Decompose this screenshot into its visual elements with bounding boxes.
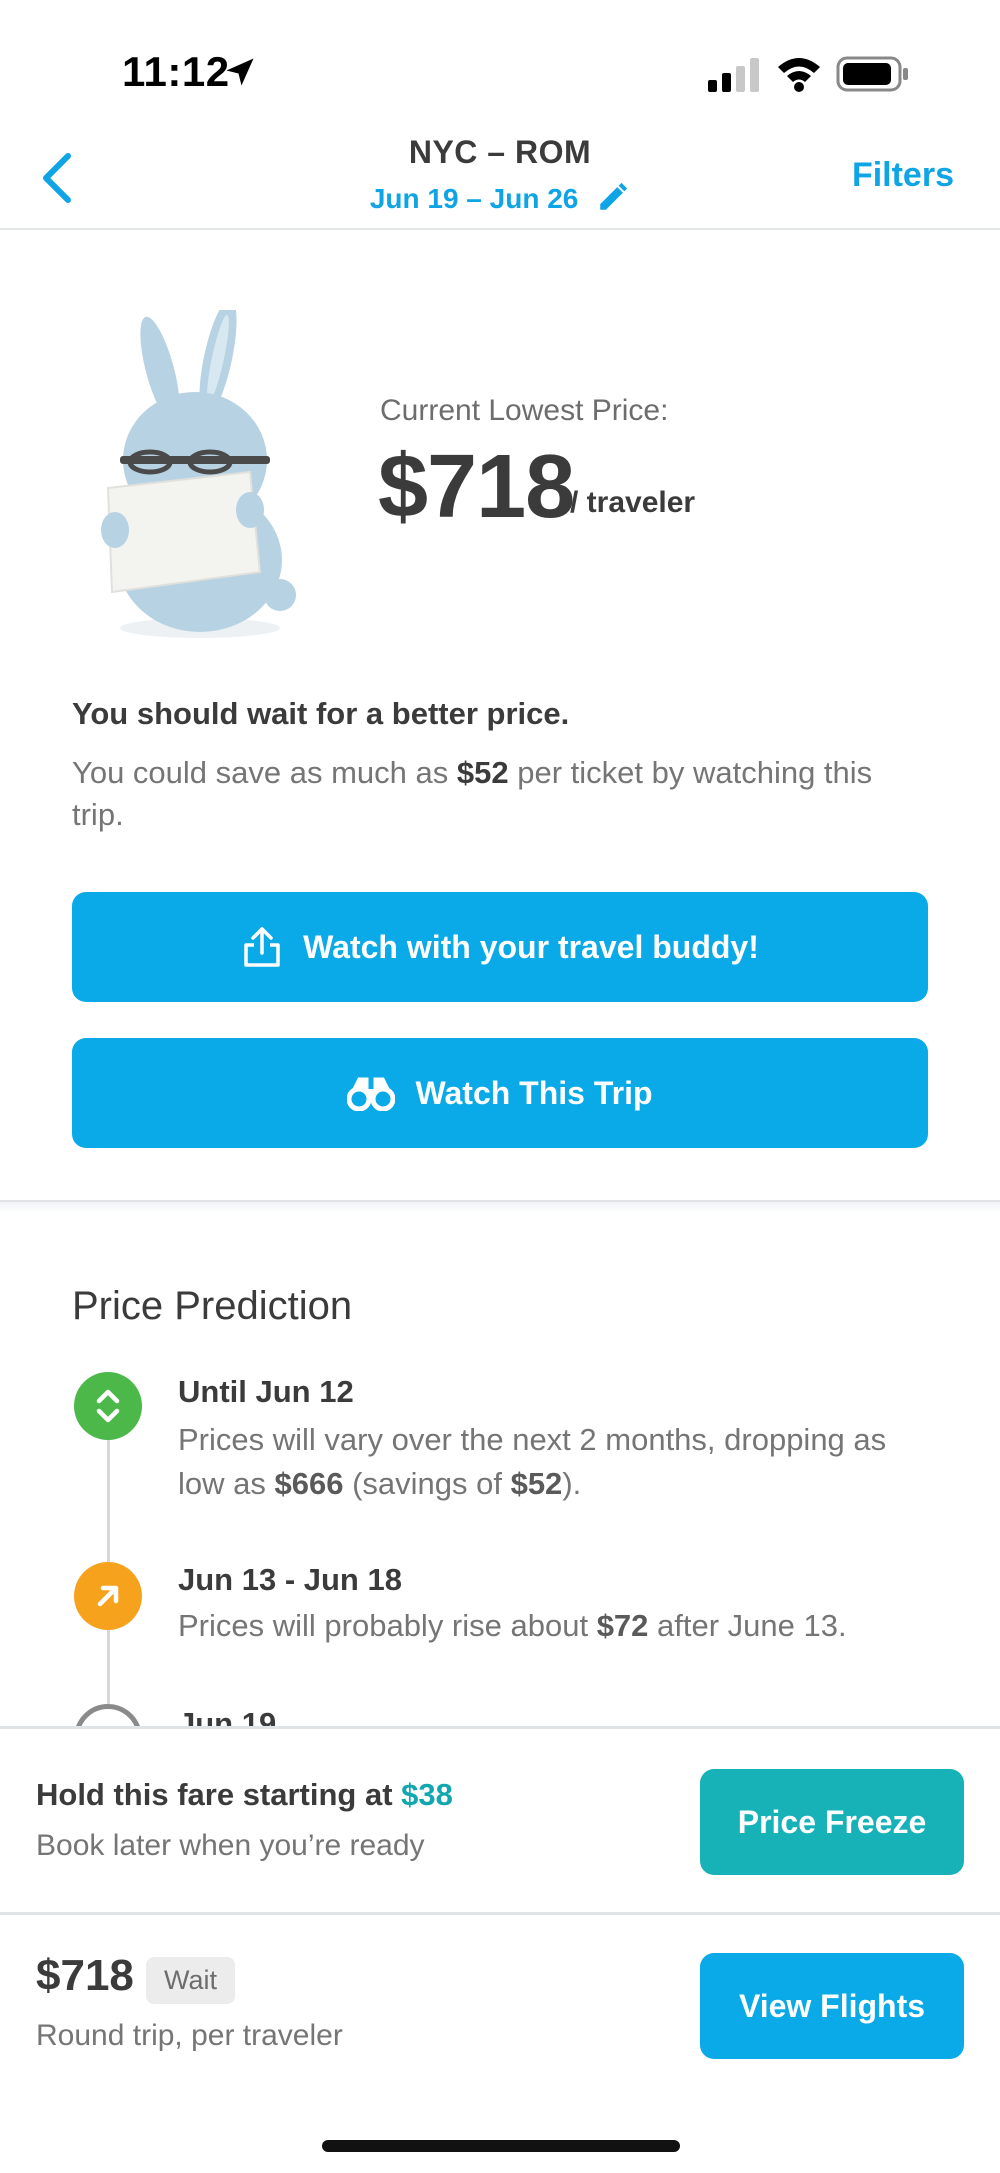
advice-body: You could save as much as $52 per ticket… — [72, 752, 932, 836]
home-indicator[interactable] — [322, 2140, 680, 2152]
advice-text: You could save as much as — [72, 755, 457, 790]
timeline-item-1-head: Until Jun 12 — [178, 1374, 354, 1409]
savings-amount: $52 — [510, 1466, 563, 1501]
price-prediction-title: Price Prediction — [72, 1284, 353, 1328]
timeline-dot-rise — [74, 1562, 142, 1630]
timeline-text: (savings of — [343, 1466, 511, 1501]
filters-button[interactable]: Filters — [852, 156, 954, 195]
bunny-mascot-illustration — [101, 310, 296, 638]
chevron-up-down-icon — [96, 1389, 120, 1423]
price-freeze-panel: Hold this fare starting at $38 Book late… — [0, 1726, 1000, 1912]
price-unit: / traveler — [570, 486, 696, 519]
share-icon — [244, 927, 280, 967]
hold-fare-subtitle: Book later when you’re ready — [36, 1829, 425, 1862]
watch-with-buddy-button[interactable]: Watch with your travel buddy! — [72, 892, 928, 1002]
advice-title: You should wait for a better price. — [72, 696, 570, 731]
timeline-line — [107, 1410, 110, 1710]
nav-bar: NYC – ROM Jun 19 – Jun 26 Filters — [0, 130, 1000, 230]
footer-subtitle: Round trip, per traveler — [36, 2019, 343, 2052]
pencil-icon[interactable] — [596, 180, 630, 214]
timeline-dot-vary — [74, 1372, 142, 1440]
binoculars-icon — [347, 1077, 396, 1111]
hold-fare-amount: $38 — [401, 1777, 453, 1812]
timeline-item-2-text: Prices will probably rise about $72 afte… — [178, 1604, 938, 1648]
trip-dates[interactable]: Jun 19 – Jun 26 — [0, 180, 1000, 215]
cellular-signal-icon — [708, 58, 759, 92]
section-divider — [0, 1200, 1000, 1214]
watch-with-buddy-label: Watch with your travel buddy! — [303, 928, 759, 965]
route-title: NYC – ROM — [408, 134, 592, 170]
booking-footer: $718 Wait Round trip, per traveler View … — [0, 1912, 1000, 2173]
timeline-item-2-head: Jun 13 - Jun 18 — [178, 1562, 402, 1597]
battery-icon — [836, 56, 908, 92]
wait-badge: Wait — [146, 1957, 235, 2004]
watch-this-trip-label: Watch This Trip — [415, 1074, 653, 1111]
location-arrow-icon — [226, 58, 254, 86]
timeline-item-1-text: Prices will vary over the next 2 months,… — [178, 1418, 938, 1506]
status-time: 11:12 — [122, 48, 230, 95]
watch-this-trip-button[interactable]: Watch This Trip — [72, 1038, 928, 1148]
timeline-text: ). — [562, 1466, 582, 1501]
wifi-icon — [778, 58, 820, 92]
low-price-amount: $666 — [274, 1466, 344, 1501]
timeline-text: Prices will probably rise about — [178, 1608, 597, 1643]
hold-fare-title: Hold this fare starting at $38 — [36, 1777, 453, 1813]
hold-fare-text: Hold this fare starting at — [36, 1777, 402, 1812]
trip-dates-label: Jun 19 – Jun 26 — [369, 183, 579, 214]
footer-price: $718 — [36, 1951, 134, 2000]
status-bar: 11:12 — [0, 0, 1000, 130]
price-freeze-button[interactable]: Price Freeze — [700, 1769, 964, 1875]
view-flights-button[interactable]: View Flights — [700, 1953, 964, 2059]
timeline-text: after June 13. — [648, 1608, 847, 1643]
savings-amount: $52 — [456, 755, 509, 790]
price-label: Current Lowest Price: — [380, 394, 669, 427]
current-price: $718 — [378, 437, 575, 537]
arrow-up-right-icon — [97, 1585, 119, 1607]
rise-amount: $72 — [596, 1608, 649, 1643]
